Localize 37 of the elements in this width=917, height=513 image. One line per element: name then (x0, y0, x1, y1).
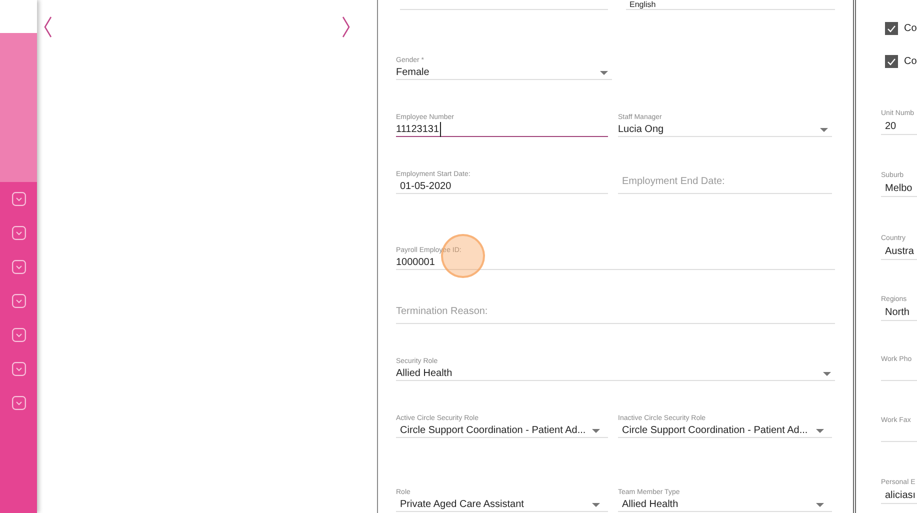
expand-toggle-icon[interactable] (12, 192, 26, 206)
checkbox[interactable] (885, 55, 898, 68)
expand-toggle-icon[interactable] (12, 396, 26, 410)
select-field[interactable]: Private Aged Care Assistant (396, 498, 608, 512)
select-field[interactable]: Allied Health (618, 498, 832, 512)
caret-icon (816, 502, 824, 506)
select-field[interactable]: Circle Support Coordination - Patient Ad... (618, 424, 832, 438)
input-field[interactable]: 1000001 (396, 256, 835, 270)
expand-toggle-icon[interactable] (12, 260, 26, 274)
expand-toggle-icon[interactable] (12, 294, 26, 308)
chevron-right-icon[interactable] (341, 16, 351, 38)
date-field[interactable]: 01-05-2020 (396, 180, 608, 194)
caret-icon (820, 128, 828, 132)
chevron-left-icon[interactable] (43, 16, 53, 38)
input-field[interactable]: Melbo (881, 181, 917, 197)
expand-toggle-icon[interactable] (12, 362, 26, 376)
checkbox-label: Co (904, 55, 917, 69)
select-field[interactable]: Female (396, 66, 612, 80)
caret-icon (600, 70, 608, 74)
input-field[interactable]: Austra (881, 244, 917, 260)
checkbox[interactable] (885, 22, 898, 35)
input-field[interactable]: aliciası (881, 488, 917, 504)
caret-icon (592, 428, 600, 432)
caret-icon (823, 372, 831, 376)
expand-toggle-icon[interactable] (12, 226, 26, 240)
sidebar-header-background (0, 0, 37, 33)
caret-icon (592, 502, 600, 506)
select-field[interactable]: Circle Support Coordination - Patient Ad... (396, 424, 608, 438)
input-field[interactable]: North (881, 305, 917, 321)
caret-icon (816, 428, 824, 432)
input-field[interactable]: 11123131 (396, 123, 608, 137)
select-field[interactable]: Lucia Ong (618, 123, 832, 137)
expand-toggle-icon[interactable] (12, 328, 26, 342)
checkbox-label: Co (904, 22, 917, 36)
input-field[interactable]: 20 (881, 119, 917, 135)
select-field[interactable]: Allied Health (396, 367, 835, 381)
select-field[interactable]: English (626, 0, 835, 10)
